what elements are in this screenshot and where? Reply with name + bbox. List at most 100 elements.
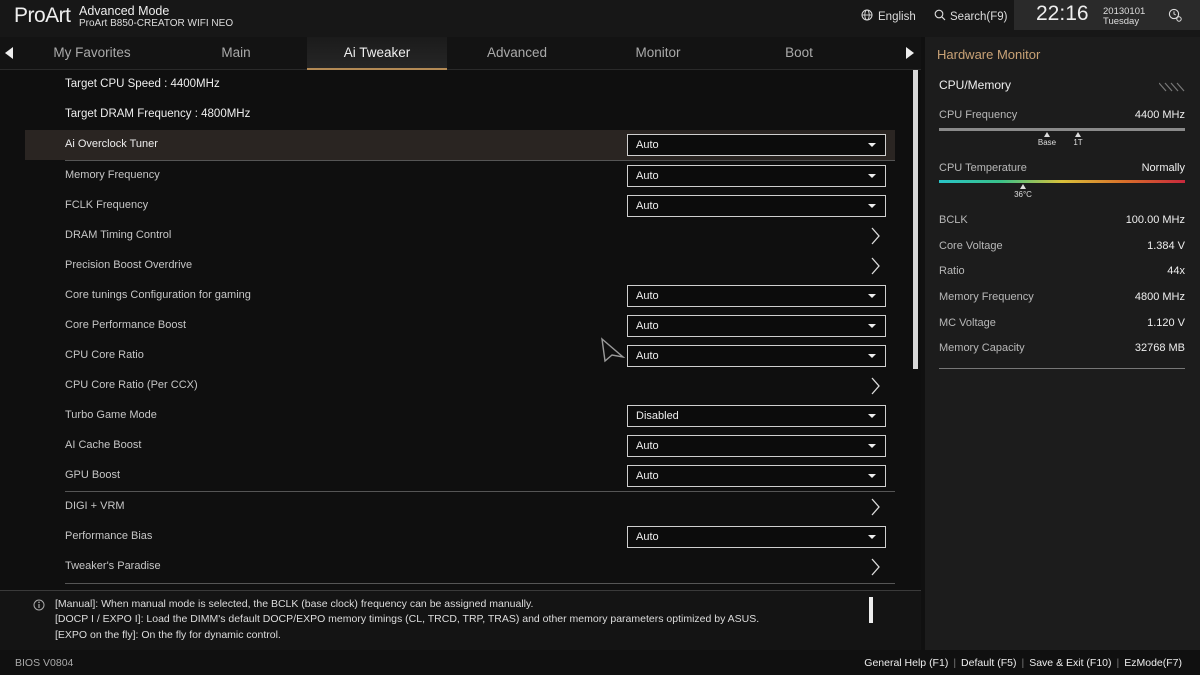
help-text-line: [Manual]: When manual mode is selected, …	[55, 598, 534, 610]
chevron-right-icon[interactable]	[870, 376, 880, 401]
clock-time: 22:16	[1036, 2, 1089, 25]
search-icon	[934, 9, 946, 24]
memory-frequency-value: 4800 MHz	[1134, 291, 1185, 303]
tab-monitor[interactable]: Monitor	[588, 37, 728, 69]
base-marker: Base	[1032, 132, 1062, 147]
general-help-button[interactable]: General Help (F1)	[864, 657, 948, 669]
tab-boot[interactable]: Boot	[729, 37, 869, 69]
mode-title: Advanced Mode	[79, 4, 170, 18]
help-text-line: [EXPO on the fly]: On the fly for dynami…	[55, 629, 281, 641]
setting-label: AI Cache Boost	[65, 439, 142, 451]
help-panel: [Manual]: When manual mode is selected, …	[0, 590, 921, 650]
setting-label: CPU Core Ratio (Per CCX)	[65, 379, 198, 391]
setting-row-turbo-game-mode[interactable]: Turbo Game Mode Disabled	[25, 401, 895, 431]
clock-settings-icon[interactable]	[1168, 8, 1182, 27]
top-header: ProArt Advanced Mode ProArt B850-CREATOR…	[0, 0, 1200, 37]
setting-label: Performance Bias	[65, 530, 153, 542]
setting-label: Precision Boost Overdrive	[65, 259, 193, 271]
setting-row-cpu-core-ratio[interactable]: CPU Core Ratio Auto	[25, 341, 895, 371]
dropdown-value: Disabled	[636, 410, 679, 422]
cpu-frequency-label: CPU Frequency	[939, 109, 1018, 121]
setting-label: Memory Frequency	[65, 169, 160, 181]
memory-frequency-dropdown[interactable]: Auto	[627, 165, 886, 187]
tab-advanced[interactable]: Advanced	[447, 37, 587, 69]
dropdown-caret-icon	[868, 143, 876, 147]
setting-row-core-tunings[interactable]: Core tunings Configuration for gaming Au…	[25, 281, 895, 311]
setting-row-precision-boost-overdrive[interactable]: Precision Boost Overdrive	[25, 251, 895, 281]
info-icon	[33, 598, 45, 616]
setting-row-memory-frequency[interactable]: Memory Frequency Auto	[25, 161, 895, 191]
setting-row-core-performance-boost[interactable]: Core Performance Boost Auto	[25, 311, 895, 341]
dropdown-caret-icon	[868, 474, 876, 478]
setting-row-ai-overclock-tuner[interactable]: Ai Overclock Tuner Auto	[25, 130, 895, 160]
setting-label: DIGI + VRM	[65, 500, 125, 512]
fclk-frequency-dropdown[interactable]: Auto	[627, 195, 886, 217]
proart-logo: ProArt	[14, 4, 71, 27]
temperature-marker: 36°C	[1008, 184, 1038, 199]
chevron-right-icon[interactable]	[870, 557, 880, 582]
cpu-core-ratio-dropdown[interactable]: Auto	[627, 345, 886, 367]
setting-row-ai-cache-boost[interactable]: AI Cache Boost Auto	[25, 431, 895, 461]
mc-voltage-value: 1.120 V	[1147, 317, 1185, 329]
ratio-value: 44x	[1167, 265, 1185, 277]
settings-scrollbar[interactable]	[913, 70, 918, 369]
setting-row-digi-vrm[interactable]: DIGI + VRM	[25, 492, 895, 522]
section-divider	[939, 368, 1185, 369]
save-exit-button[interactable]: Save & Exit (F10)	[1029, 657, 1111, 669]
tab-my-favorites[interactable]: My Favorites	[22, 37, 162, 69]
setting-row-fclk-frequency[interactable]: FCLK Frequency Auto	[25, 191, 895, 221]
setting-row-dram-timing-control[interactable]: DRAM Timing Control	[25, 221, 895, 251]
setting-row-gpu-boost[interactable]: GPU Boost Auto	[25, 461, 895, 491]
chevron-right-icon[interactable]	[870, 226, 880, 251]
footer-links: General Help (F1) | Default (F5) | Save …	[864, 657, 1182, 669]
dropdown-value: Auto	[636, 350, 659, 362]
gpu-boost-dropdown[interactable]: Auto	[627, 465, 886, 487]
footer-separator: |	[1021, 657, 1025, 669]
cpu-temperature-bar	[939, 180, 1185, 183]
ai-overclock-tuner-dropdown[interactable]: Auto	[627, 134, 886, 156]
tab-ai-tweaker[interactable]: Ai Tweaker	[307, 37, 447, 70]
cpu-memory-section-title: CPU/Memory	[939, 78, 1012, 92]
tab-main[interactable]: Main	[166, 37, 306, 69]
language-button[interactable]: English	[861, 9, 916, 24]
search-button[interactable]: Search(F9)	[934, 9, 1008, 24]
setting-row-tweakers-paradise[interactable]: Tweaker's Paradise	[25, 552, 895, 582]
ezmode-button[interactable]: EzMode(F7)	[1124, 657, 1182, 669]
footer-separator: |	[953, 657, 957, 669]
dropdown-caret-icon	[868, 414, 876, 418]
settings-panel: Target CPU Speed : 4400MHz Target DRAM F…	[0, 70, 921, 590]
mouse-cursor-icon	[600, 337, 626, 368]
target-cpu-speed: Target CPU Speed : 4400MHz	[65, 78, 220, 90]
memory-capacity-label: Memory Capacity	[939, 342, 1025, 354]
core-performance-boost-dropdown[interactable]: Auto	[627, 315, 886, 337]
cpu-frequency-value: 4400 MHz	[1134, 109, 1185, 121]
tab-scroll-right-icon[interactable]	[906, 47, 914, 59]
dropdown-value: Auto	[636, 440, 659, 452]
dropdown-caret-icon	[868, 204, 876, 208]
dropdown-caret-icon	[868, 324, 876, 328]
setting-label: Core tunings Configuration for gaming	[65, 289, 251, 301]
setting-label: DRAM Timing Control	[65, 229, 172, 241]
ai-cache-boost-dropdown[interactable]: Auto	[627, 435, 886, 457]
dropdown-caret-icon	[868, 535, 876, 539]
setting-label: Core Performance Boost	[65, 319, 187, 331]
turbo-game-mode-dropdown[interactable]: Disabled	[627, 405, 886, 427]
clock-panel: 22:16 20130101 Tuesday	[1014, 0, 1200, 30]
chevron-right-icon[interactable]	[870, 497, 880, 522]
ratio-label: Ratio	[939, 265, 965, 277]
performance-bias-dropdown[interactable]: Auto	[627, 526, 886, 548]
core-tunings-dropdown[interactable]: Auto	[627, 285, 886, 307]
chevron-right-icon[interactable]	[870, 256, 880, 281]
setting-row-performance-bias[interactable]: Performance Bias Auto	[25, 522, 895, 552]
dropdown-caret-icon	[868, 444, 876, 448]
default-button[interactable]: Default (F5)	[961, 657, 1016, 669]
setting-label: FCLK Frequency	[65, 199, 149, 211]
footer-bar: BIOS V0804 General Help (F1) | Default (…	[0, 650, 1200, 675]
language-label: English	[878, 10, 916, 23]
memory-frequency-label: Memory Frequency	[939, 291, 1034, 303]
setting-row-cpu-core-ratio-per-ccx[interactable]: CPU Core Ratio (Per CCX)	[25, 371, 895, 401]
tab-scroll-left-icon[interactable]	[5, 47, 13, 59]
target-dram-frequency: Target DRAM Frequency : 4800MHz	[65, 108, 251, 120]
tab-bar: My Favorites Main Ai Tweaker Advanced Mo…	[0, 37, 921, 70]
search-label: Search(F9)	[950, 10, 1008, 23]
